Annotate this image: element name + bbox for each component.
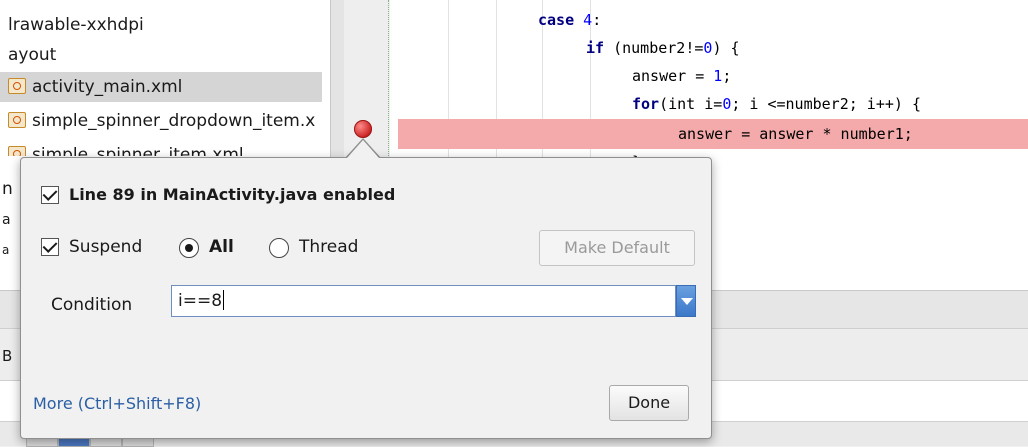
tree-partial-letter: a [2, 212, 11, 228]
code-number: 1 [713, 67, 723, 85]
code-keyword: for [632, 95, 660, 113]
tree-partial-letter: a [2, 243, 10, 257]
code-keyword: if [586, 39, 605, 57]
tree-item-layout[interactable]: ayout [0, 40, 56, 70]
code-text: answer = [632, 67, 714, 85]
code-line: answer = answer * number1; [678, 122, 913, 146]
tree-partial-letter: n [2, 179, 13, 199]
radio-thread[interactable] [269, 238, 289, 258]
condition-value: i==8 [178, 291, 223, 311]
condition-label: Condition [51, 295, 133, 315]
text-caret [223, 290, 225, 310]
code-line: case 4: [538, 8, 601, 32]
code-line: for(int i=0; i <=number2; i++) { [632, 92, 921, 116]
suspend-checkbox[interactable] [41, 238, 59, 256]
code-text: (number2!= [604, 39, 704, 57]
done-button[interactable]: Done [609, 385, 689, 421]
code-line: if (number2!=0) { [586, 36, 740, 60]
tree-item-label: activity_main.xml [32, 77, 183, 97]
more-link[interactable]: More (Ctrl+Shift+F8) [33, 394, 201, 413]
tree-item-drawable-xxhdpi[interactable]: lrawable-xxhdpi [0, 10, 144, 40]
code-text: ; i <=number2; i++) { [731, 95, 921, 113]
tree-item-label: ayout [8, 45, 57, 65]
tree-item-label: lrawable-xxhdpi [8, 15, 144, 35]
enabled-checkbox[interactable] [41, 186, 59, 204]
code-keyword: case [538, 11, 584, 29]
code-number: 4 [583, 11, 593, 29]
panel-partial-letter: B [2, 347, 13, 365]
condition-input[interactable]: i==8 [171, 285, 676, 317]
xml-file-icon [8, 78, 26, 94]
breakpoint-popup: Line 89 in MainActivity.java enabled Sus… [20, 157, 712, 439]
condition-dropdown-button[interactable] [676, 285, 696, 317]
suspend-label: Suspend [69, 237, 143, 257]
code-text: (int i= [659, 95, 723, 113]
tree-item-activity-main[interactable]: activity_main.xml [0, 72, 322, 102]
tree-item-simple-spinner-dropdown[interactable]: simple_spinner_dropdown_item.x [0, 106, 315, 136]
xml-file-icon [8, 112, 26, 128]
code-text: : [592, 11, 602, 29]
popup-pointer-fill [347, 140, 379, 158]
radio-all[interactable] [179, 238, 199, 258]
enabled-label: Line 89 in MainActivity.java enabled [69, 185, 396, 204]
code-number: 0 [722, 95, 732, 113]
code-line: answer = 1; [632, 64, 731, 88]
radio-all-label: All [209, 237, 234, 257]
tree-item-label: simple_spinner_dropdown_item.x [32, 111, 316, 131]
code-text: ; [722, 67, 732, 85]
breakpoint-icon[interactable] [354, 120, 372, 138]
code-text: ) { [712, 39, 740, 57]
radio-thread-label: Thread [299, 237, 359, 257]
make-default-button[interactable]: Make Default [539, 230, 695, 266]
code-text: answer = answer * number1; [678, 125, 913, 143]
